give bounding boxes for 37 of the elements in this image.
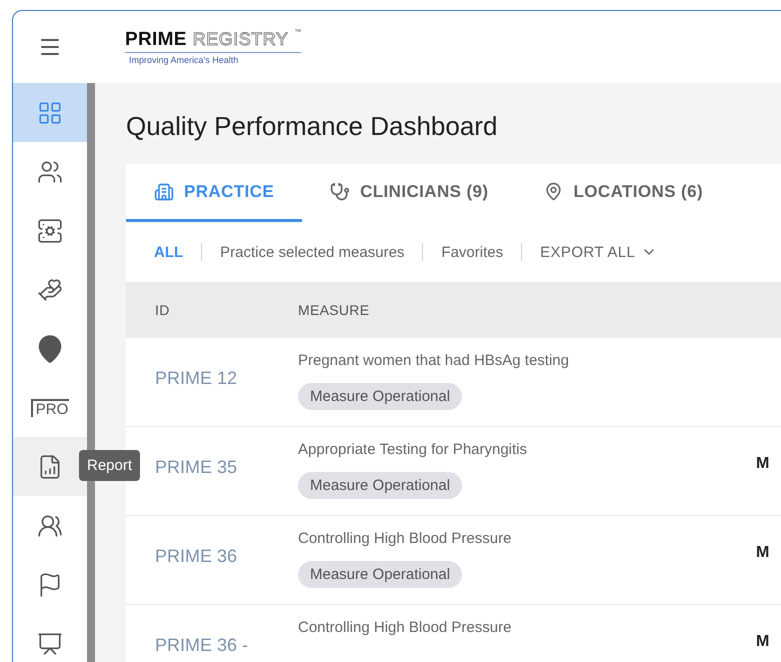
dashboard-icon xyxy=(37,100,63,126)
measure-id[interactable]: PRIME 36 xyxy=(155,516,298,567)
status-tag: Measure Operational xyxy=(298,383,462,410)
table-cell-text: M xyxy=(756,632,770,651)
measure-id[interactable]: PRIME 35 xyxy=(155,427,298,478)
measure-id[interactable]: PRIME 12 xyxy=(155,338,298,389)
presentation-icon xyxy=(37,630,63,656)
measure-name: Pregnant women that had HBsAg testing xyxy=(298,352,569,369)
team-icon xyxy=(37,512,63,538)
measure-name: Controlling High Blood Pressure xyxy=(298,530,512,547)
status-tag: Measure Operational xyxy=(298,561,462,588)
tooltip: Report xyxy=(79,450,140,481)
logo-text: PRIME xyxy=(125,29,187,51)
building-icon xyxy=(154,182,174,202)
pro-label: PRO xyxy=(30,398,70,416)
tab[interactable]: LOCATIONS (6) xyxy=(516,164,732,222)
measure-id[interactable]: PRIME 36 - xyxy=(155,605,298,656)
location-icon xyxy=(544,182,564,201)
stethoscope-icon xyxy=(330,182,350,202)
filter-link[interactable]: Favorites xyxy=(441,244,504,260)
filter-link[interactable]: ALL xyxy=(154,244,184,260)
measure-name: Appropriate Testing for Pharyngitis xyxy=(298,441,528,458)
page-title: Quality Performance Dashboard xyxy=(126,111,498,142)
tab[interactable]: CLINICIANS (9) xyxy=(302,164,516,222)
column-header: ID xyxy=(155,302,171,318)
filter-link[interactable]: Practice selected measures xyxy=(220,244,404,260)
hand-heart-icon xyxy=(37,276,63,302)
table-cell-text: M xyxy=(756,543,770,562)
column-header: MEASURE xyxy=(298,302,370,318)
table-cell-text: M xyxy=(756,454,770,473)
status-tag: Measure Operational xyxy=(298,472,462,499)
measure-name: Controlling High Blood Pressure xyxy=(298,619,512,636)
logo-tagline: Improving America's Health xyxy=(129,55,238,65)
logo-text: REGISTRY xyxy=(192,29,288,50)
tab[interactable]: PRACTICE xyxy=(126,164,302,222)
group-icon xyxy=(37,158,63,184)
export-button[interactable]: EXPORT ALL xyxy=(540,244,658,260)
